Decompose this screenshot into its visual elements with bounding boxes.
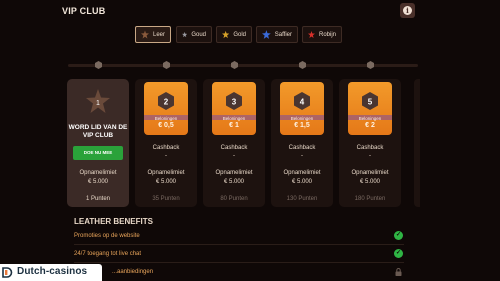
check-icon: ✓ bbox=[394, 249, 403, 258]
tier-tabs: Leer Goud Gold Saffier Robijn bbox=[0, 26, 500, 44]
level-hexagon-icon: 5 bbox=[362, 92, 378, 110]
join-button[interactable]: DOE NU MEE bbox=[73, 146, 123, 160]
svg-text:3: 3 bbox=[232, 98, 237, 107]
reward-badge: 2 Beloningen € 0,5 bbox=[144, 82, 188, 135]
svg-text:4: 4 bbox=[300, 98, 305, 107]
limit-label: Opnamelimiet bbox=[147, 170, 185, 176]
silver-star-icon bbox=[182, 31, 188, 38]
leather-star-icon: 1 bbox=[86, 89, 110, 113]
points-value: 80 Punten bbox=[220, 196, 248, 202]
join-title-line1: WORD LID VAN DE bbox=[68, 124, 128, 131]
benefit-label: Promoties op de website bbox=[74, 233, 140, 239]
level-card-2: 2 Beloningen € 0,5 Cashback - Opnamelimi… bbox=[135, 79, 197, 207]
level-card-3: 3 Beloningen € 1 Cashback - Opnamelimiet… bbox=[203, 79, 265, 207]
dutch-casinos-logo-icon bbox=[2, 267, 13, 278]
bonus-value: € 1 bbox=[229, 122, 239, 129]
points-value: 130 Punten bbox=[286, 196, 318, 202]
tab-robijn[interactable]: Robijn bbox=[302, 26, 342, 43]
reward-badge: 4 Beloningen € 1,5 bbox=[280, 82, 324, 135]
svg-text:2: 2 bbox=[164, 98, 169, 107]
level-hexagon-icon: 4 bbox=[294, 92, 310, 110]
level-card-5: 5 Beloningen € 2 Cashback - Opnamelimiet… bbox=[339, 79, 401, 207]
benefit-row: 24/7 toegang tot live chat ✓ bbox=[74, 247, 404, 263]
gold-star-icon bbox=[222, 30, 230, 39]
lock-icon bbox=[395, 268, 402, 276]
bonus-value: € 1,5 bbox=[294, 122, 310, 129]
points-value: 180 Punten bbox=[354, 196, 386, 202]
check-icon: ✓ bbox=[394, 231, 403, 240]
join-title-line2: VIP CLUB bbox=[82, 132, 114, 139]
level-marker-2 bbox=[163, 61, 170, 69]
level-card-1: 1 WORD LID VAN DE VIP CLUB DOE NU MEE Op… bbox=[67, 79, 129, 207]
level-marker-1 bbox=[95, 61, 102, 69]
info-button[interactable]: i bbox=[400, 3, 415, 18]
progress-track bbox=[68, 64, 418, 67]
cashback-label: Cashback bbox=[220, 145, 248, 151]
tab-goud[interactable]: Goud bbox=[176, 26, 212, 43]
level-hexagon-icon: 3 bbox=[226, 92, 242, 110]
watermark: Dutch-casinos bbox=[0, 264, 102, 281]
cashback-label: Cashback bbox=[356, 145, 384, 151]
benefit-label: 24/7 toegang tot live chat bbox=[74, 251, 142, 257]
ruby-star-icon bbox=[308, 31, 315, 38]
points-value: 1 Punten bbox=[85, 196, 111, 202]
reward-badge: 5 Beloningen € 2 bbox=[348, 82, 392, 135]
level-hexagon-icon: 2 bbox=[158, 92, 174, 110]
watermark-text: Dutch-casinos bbox=[17, 266, 88, 277]
tab-label: Saffier bbox=[274, 31, 292, 38]
benefit-row: ...aanbiedingen bbox=[74, 265, 404, 281]
limit-value: € 5.000 bbox=[87, 179, 109, 185]
cashback-value: - bbox=[233, 153, 235, 159]
tab-label: Robijn bbox=[318, 31, 336, 38]
bonus-label: Beloningen bbox=[222, 116, 246, 121]
limit-value: € 5.000 bbox=[223, 179, 245, 185]
bonus-label: Beloningen bbox=[358, 116, 382, 121]
info-icon: i bbox=[403, 6, 412, 15]
points-value: 35 Punten bbox=[152, 196, 180, 202]
bonus-value: € 0,5 bbox=[158, 122, 174, 129]
page-title: VIP CLUB bbox=[62, 6, 106, 16]
tab-gold[interactable]: Gold bbox=[216, 26, 252, 43]
next-card-peek[interactable] bbox=[414, 79, 420, 207]
benefits-title: LEATHER BENEFITS bbox=[74, 217, 153, 226]
tab-leer[interactable]: Leer bbox=[135, 26, 171, 43]
limit-value: € 5.000 bbox=[359, 179, 381, 185]
cashback-label: Cashback bbox=[288, 145, 316, 151]
tab-label: Goud bbox=[191, 31, 206, 38]
limit-value: € 5.000 bbox=[291, 179, 313, 185]
level-number: 1 bbox=[96, 100, 100, 107]
cashback-value: - bbox=[165, 153, 167, 159]
level-marker-5 bbox=[367, 61, 374, 69]
benefit-row: Promoties op de website ✓ bbox=[74, 229, 404, 245]
tab-label: Leer bbox=[152, 31, 165, 38]
benefit-label: ...aanbiedingen bbox=[112, 269, 154, 275]
limit-label: Opnamelimiet bbox=[215, 170, 253, 176]
leather-star-icon bbox=[141, 30, 149, 39]
bonus-label: Beloningen bbox=[290, 116, 314, 121]
level-card-4: 4 Beloningen € 1,5 Cashback - Opnamelimi… bbox=[271, 79, 333, 207]
limit-label: Opnamelimiet bbox=[351, 170, 389, 176]
tab-saffier[interactable]: Saffier bbox=[256, 26, 298, 43]
bonus-value: € 2 bbox=[365, 122, 375, 129]
limit-label: Opnamelimiet bbox=[283, 170, 321, 176]
level-marker-3 bbox=[231, 61, 238, 69]
cashback-value: - bbox=[301, 153, 303, 159]
reward-badge: 3 Beloningen € 1 bbox=[212, 82, 256, 135]
header-bar: VIP CLUB i bbox=[0, 0, 500, 24]
tab-label: Gold bbox=[233, 31, 246, 38]
sapphire-star-icon bbox=[262, 30, 271, 39]
bonus-label: Beloningen bbox=[154, 116, 178, 121]
svg-text:5: 5 bbox=[368, 98, 373, 107]
cashback-label: Cashback bbox=[152, 145, 180, 151]
limit-label: Opnamelimiet bbox=[79, 170, 117, 176]
level-marker-4 bbox=[299, 61, 306, 69]
cashback-value: - bbox=[369, 153, 371, 159]
limit-value: € 5.000 bbox=[155, 179, 177, 185]
